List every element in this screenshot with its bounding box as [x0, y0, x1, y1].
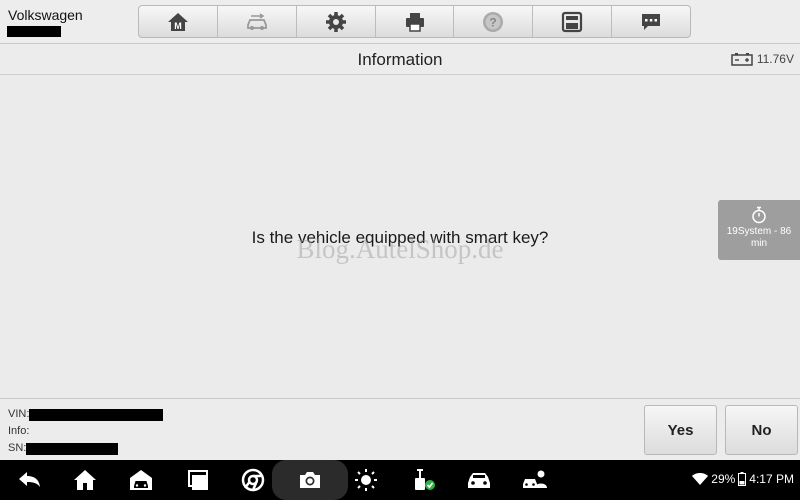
save-button[interactable]	[533, 6, 613, 37]
message-button[interactable]	[612, 6, 690, 37]
garage-car-icon	[130, 470, 152, 490]
information-dialog: Is the vehicle equipped with smart key? …	[0, 76, 800, 398]
stopwatch-icon	[752, 206, 766, 224]
print-icon	[405, 12, 424, 32]
footer-bar: VIN: Info: SN: Yes No	[0, 398, 800, 460]
vehicle-brand: Volkswagen	[8, 7, 83, 23]
vci-button[interactable]	[411, 468, 437, 492]
house-icon	[74, 470, 96, 490]
browser-button[interactable]	[240, 468, 266, 492]
battery-icon	[738, 472, 747, 486]
top-header: Volkswagen M ?	[0, 0, 800, 44]
home-nav-button[interactable]	[72, 468, 98, 492]
camera-icon	[300, 472, 320, 488]
message-icon	[642, 13, 661, 30]
redacted-vehicle-info	[7, 26, 61, 37]
save-icon	[562, 11, 583, 32]
dialog-question: Is the vehicle equipped with smart key?	[251, 228, 549, 247]
brightness-icon	[355, 469, 377, 491]
home-button[interactable]: M	[139, 6, 218, 37]
timer-label: 19System - 86 min	[726, 226, 792, 249]
camera-button[interactable]	[297, 468, 323, 492]
remote-expert-button[interactable]	[522, 468, 548, 492]
vin-label: VIN:	[8, 408, 30, 420]
status-area: 29% 4:17 PM	[692, 472, 794, 486]
print-button[interactable]	[376, 6, 455, 37]
clock: 4:17 PM	[749, 472, 794, 486]
voltage-value: 11.76V	[756, 52, 794, 66]
redacted-vin	[29, 408, 164, 421]
wifi-icon	[692, 473, 709, 485]
main-toolbar: M ?	[138, 5, 691, 38]
back-arrow-icon	[19, 472, 40, 487]
recent-apps-icon	[188, 470, 208, 490]
battery-percent: 29%	[711, 472, 736, 486]
car-battery-icon	[731, 53, 753, 66]
settings-icon	[325, 11, 346, 32]
battery-voltage: 11.76V	[731, 52, 794, 66]
title-bar: Information 11.76V	[0, 45, 800, 75]
svg-text:M: M	[174, 21, 182, 31]
autel-home-button[interactable]	[128, 468, 154, 492]
vehicle-button[interactable]	[466, 468, 492, 492]
vehicle-swap-icon	[246, 12, 267, 30]
page-title: Information	[357, 50, 443, 69]
yes-button[interactable]: Yes	[644, 405, 717, 455]
chrome-icon	[241, 468, 265, 492]
vci-connected-icon	[415, 469, 435, 490]
help-button[interactable]: ?	[454, 6, 534, 37]
vehicle-info: VIN: Info: SN:	[8, 406, 164, 457]
back-button[interactable]	[16, 468, 42, 492]
brightness-button[interactable]	[353, 468, 379, 492]
settings-button[interactable]	[297, 6, 376, 37]
home-icon: M	[167, 12, 188, 31]
info-label: Info:	[8, 425, 30, 437]
car-icon	[468, 473, 490, 488]
vehicle-swap-button[interactable]	[218, 6, 297, 37]
redacted-sn	[26, 442, 119, 455]
system-nav-bar: 29% 4:17 PM	[0, 460, 800, 500]
svg-text:?: ?	[490, 15, 497, 29]
car-user-icon	[523, 470, 547, 488]
help-icon: ?	[483, 11, 504, 32]
sn-label: SN:	[8, 442, 27, 454]
recent-apps-button[interactable]	[185, 468, 211, 492]
no-button[interactable]: No	[725, 405, 798, 455]
system-timer-badge[interactable]: 19System - 86 min	[718, 200, 800, 260]
